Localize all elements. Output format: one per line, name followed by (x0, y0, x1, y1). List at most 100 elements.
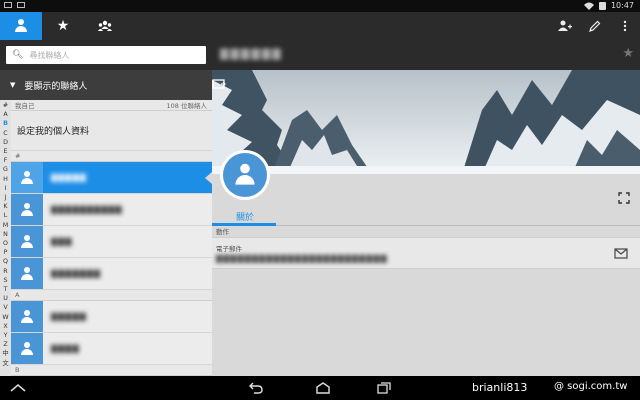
person-icon (21, 170, 33, 185)
change-photo-icon[interactable] (212, 78, 226, 90)
watermark-author: brianli813 (472, 381, 528, 394)
list-item[interactable]: ▇▇▇▇▇▇▇ (11, 258, 212, 290)
contacts-list-pane: 🔍︎ ▼ 要顯示的聯絡人 #ABCDEFGHIJKLMNOPQRSTUVWXYZ… (0, 40, 212, 376)
wifi-icon (583, 2, 594, 10)
alphabet-letter[interactable]: L (0, 211, 11, 220)
list-item[interactable]: ▇▇▇▇ (11, 333, 212, 365)
search-bar: 🔍︎ (0, 40, 212, 70)
person-icon (21, 309, 33, 324)
email-label: 電子郵件 (216, 245, 242, 253)
alphabet-letter[interactable]: # (0, 101, 11, 110)
contact-cover-photo[interactable] (212, 70, 640, 174)
alphabet-letter[interactable]: Q (0, 257, 11, 266)
alphabet-letter[interactable]: C (0, 129, 11, 138)
alphabet-letter[interactable]: T (0, 285, 11, 294)
tab-groups[interactable] (84, 12, 126, 40)
alphabet-letter[interactable]: M (0, 221, 11, 230)
alphabet-letter[interactable]: H (0, 175, 11, 184)
more-icon (623, 20, 627, 32)
alphabet-letter[interactable]: 文 (0, 359, 11, 368)
contact-detail-pane: ▇▇▇▇▇▇ ★ 關於 動作 電子郵件 ▇▇▇▇▇▇▇▇▇▇▇▇▇▇▇▇▇▇▇▇… (212, 40, 640, 376)
me-section-header: 我自己 108 位聯絡人 (11, 100, 212, 111)
list-item[interactable]: ▇▇▇▇▇ (11, 162, 212, 194)
alphabet-letter[interactable]: B (0, 119, 11, 128)
email-value: ▇▇▇▇▇▇▇▇▇▇▇▇▇▇▇▇▇▇▇▇▇▇▇▇ (216, 254, 388, 263)
home-button[interactable] (313, 380, 333, 396)
section-header-hash: # (11, 151, 212, 162)
recent-apps-button[interactable] (374, 380, 394, 396)
tab-contacts[interactable] (0, 12, 42, 40)
watermark-site: @ sogi.com.tw (554, 381, 628, 392)
avatar (11, 333, 43, 364)
contact-name: ▇▇▇▇▇ (51, 173, 87, 182)
mail-icon[interactable] (614, 248, 628, 259)
more-options-button[interactable] (610, 12, 640, 40)
screenshot-notification-icon (4, 2, 12, 8)
alphabet-letter[interactable]: V (0, 303, 11, 312)
alphabet-letter[interactable]: N (0, 230, 11, 239)
email-row[interactable]: 電子郵件 ▇▇▇▇▇▇▇▇▇▇▇▇▇▇▇▇▇▇▇▇▇▇▇▇ (212, 237, 640, 269)
tab-favorites[interactable]: ★ (42, 12, 84, 40)
snowy-forest-image (212, 70, 640, 174)
search-input[interactable] (29, 50, 200, 60)
back-button[interactable] (246, 380, 266, 396)
detail-contact-name: ▇▇▇▇▇▇ (220, 47, 283, 60)
contact-name: ▇▇▇ (51, 237, 73, 246)
tab-about[interactable]: 關於 (214, 210, 276, 224)
alphabet-letter[interactable]: E (0, 147, 11, 156)
alphabet-letter[interactable]: J (0, 193, 11, 202)
alphabet-index[interactable]: # A B C D E F G H I J K L M N O P Q R S T U V W X Y Z 中文 (0, 100, 11, 376)
contact-list: 我自己 108 位聯絡人 設定我的個人資料 # ▇▇▇▇▇ ▇▇▇▇▇▇▇▇▇▇ ▇… (11, 100, 212, 376)
list-item[interactable]: ▇▇▇▇▇▇▇▇▇▇ (11, 194, 212, 226)
actions-label: 動作 (216, 228, 229, 236)
section-header-b: B (11, 365, 212, 376)
alphabet-letter[interactable]: S (0, 276, 11, 285)
contact-name: ▇▇▇▇▇▇▇▇▇▇ (51, 205, 123, 214)
contact-avatar[interactable] (220, 150, 270, 200)
contacts-to-display-header[interactable]: ▼ 要顯示的聯絡人 (0, 70, 212, 100)
favorite-star-icon[interactable]: ★ (622, 46, 634, 61)
selection-pointer (205, 172, 212, 184)
edit-button[interactable] (580, 12, 610, 40)
person-icon (21, 234, 33, 249)
avatar-circle (223, 153, 267, 197)
status-bar: 10:47 (0, 0, 640, 12)
person-icon (21, 341, 33, 356)
search-icon: 🔍︎ (12, 50, 24, 60)
alphabet-letter[interactable]: U (0, 294, 11, 303)
section-header-a: A (11, 290, 212, 301)
search-box[interactable]: 🔍︎ (6, 46, 206, 64)
home-icon (316, 382, 330, 394)
add-contact-button[interactable] (550, 12, 580, 40)
recent-apps-icon (377, 382, 391, 394)
alphabet-letter[interactable]: R (0, 267, 11, 276)
group-header-label: 要顯示的聯絡人 (24, 81, 88, 92)
alphabet-letter[interactable]: K (0, 202, 11, 211)
alphabet-letter[interactable]: Y (0, 331, 11, 340)
contact-name: ▇▇▇▇▇▇▇ (51, 269, 102, 278)
alphabet-letter[interactable]: F (0, 156, 11, 165)
avatar (11, 226, 43, 257)
alphabet-letter[interactable]: W (0, 313, 11, 322)
section-label: B (15, 366, 20, 374)
alphabet-letter[interactable]: 中 (0, 349, 11, 358)
star-icon: ★ (56, 18, 70, 34)
expand-icon[interactable] (618, 192, 630, 204)
alphabet-letter[interactable]: O (0, 239, 11, 248)
alphabet-letter[interactable]: D (0, 138, 11, 147)
set-up-my-profile[interactable]: 設定我的個人資料 (11, 111, 212, 151)
alphabet-letter[interactable]: A (0, 110, 11, 119)
section-label: A (15, 291, 20, 299)
alphabet-letter[interactable]: P (0, 248, 11, 257)
status-time: 10:47 (610, 1, 634, 10)
avatar (11, 258, 43, 289)
alphabet-letter[interactable]: I (0, 184, 11, 193)
alphabet-letter[interactable]: X (0, 322, 11, 331)
hide-navigation-button[interactable] (8, 380, 28, 396)
list-item[interactable]: ▇▇▇▇▇ (11, 301, 212, 333)
contact-name: ▇▇▇▇▇ (51, 312, 87, 321)
alphabet-letter[interactable]: G (0, 165, 11, 174)
list-item[interactable]: ▇▇▇ (11, 226, 212, 258)
alphabet-letter[interactable]: Z (0, 340, 11, 349)
me-section-label: 我自己 (15, 102, 35, 110)
